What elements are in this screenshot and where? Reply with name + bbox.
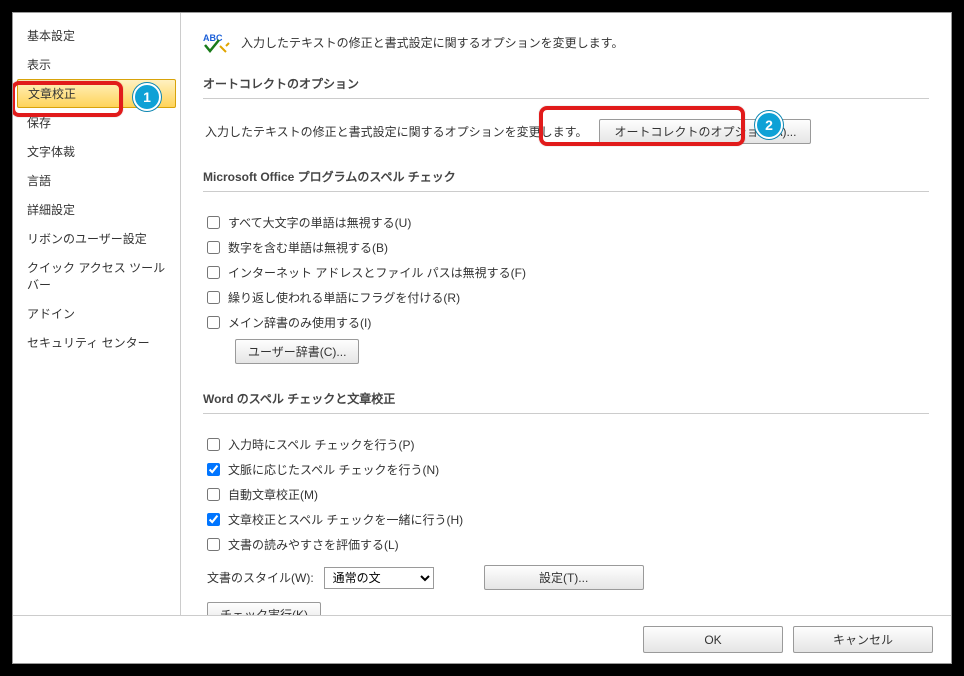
chk-ignore-numbers-box[interactable]	[207, 241, 220, 254]
content-pane: ABC 入力したテキストの修正と書式設定に関するオプションを変更します。 オート…	[181, 13, 951, 615]
svg-text:ABC: ABC	[203, 33, 223, 43]
intro-text: 入力したテキストの修正と書式設定に関するオプションを変更します。	[241, 34, 623, 51]
chk-ignore-numbers-label: 数字を含む単語は無視する(B)	[228, 239, 388, 256]
sidebar-item-advanced[interactable]: 詳細設定	[13, 195, 180, 224]
chk-contextual-spell[interactable]: 文脈に応じたスペル チェックを行う(N)	[207, 461, 925, 478]
proofing-icon: ABC	[203, 31, 231, 53]
chk-contextual-spell-box[interactable]	[207, 463, 220, 476]
section-autocorrect-body: 入力したテキストの修正と書式設定に関するオプションを変更します。 オートコレクト…	[203, 109, 929, 152]
chk-grammar-with-spell[interactable]: 文章校正とスペル チェックを一緒に行う(H)	[207, 511, 925, 528]
office-spell-list: すべて大文字の単語は無視する(U) 数字を含む単語は無視する(B) インターネッ…	[203, 202, 929, 374]
chk-auto-grammar[interactable]: 自動文章校正(M)	[207, 486, 925, 503]
chk-auto-grammar-label: 自動文章校正(M)	[228, 486, 318, 503]
dialog-footer: OK キャンセル	[13, 615, 951, 663]
word-spell-list: 入力時にスペル チェックを行う(P) 文脈に応じたスペル チェックを行う(N) …	[203, 424, 929, 615]
chk-auto-grammar-box[interactable]	[207, 488, 220, 501]
intro-row: ABC 入力したテキストの修正と書式設定に関するオプションを変更します。	[203, 27, 929, 59]
chk-main-dict-only[interactable]: メイン辞書のみ使用する(I)	[207, 314, 925, 331]
user-dictionary-button[interactable]: ユーザー辞書(C)...	[235, 339, 359, 364]
chk-flag-repeated-box[interactable]	[207, 291, 220, 304]
chk-ignore-numbers[interactable]: 数字を含む単語は無視する(B)	[207, 239, 925, 256]
writing-style-label: 文書のスタイル(W):	[207, 569, 314, 586]
chk-flag-repeated[interactable]: 繰り返し使われる単語にフラグを付ける(R)	[207, 289, 925, 306]
sidebar-item-addins[interactable]: アドイン	[13, 299, 180, 328]
chk-spell-as-type[interactable]: 入力時にスペル チェックを行う(P)	[207, 436, 925, 453]
sidebar: 基本設定 表示 文章校正 保存 文字体裁 言語 詳細設定 リボンのユーザー設定 …	[13, 13, 181, 615]
chk-ignore-urls-box[interactable]	[207, 266, 220, 279]
chk-readability[interactable]: 文書の読みやすさを評価する(L)	[207, 536, 925, 553]
chk-ignore-urls-label: インターネット アドレスとファイル パスは無視する(F)	[228, 264, 526, 281]
sidebar-item-proofing[interactable]: 文章校正	[17, 79, 176, 108]
sidebar-item-typography[interactable]: 文字体裁	[13, 137, 180, 166]
chk-ignore-uppercase-box[interactable]	[207, 216, 220, 229]
ok-button[interactable]: OK	[643, 626, 783, 653]
chk-flag-repeated-label: 繰り返し使われる単語にフラグを付ける(R)	[228, 289, 460, 306]
section-office-spell-header: Microsoft Office プログラムのスペル チェック	[203, 164, 929, 192]
sidebar-item-language[interactable]: 言語	[13, 166, 180, 195]
chk-ignore-uppercase[interactable]: すべて大文字の単語は無視する(U)	[207, 214, 925, 231]
chk-grammar-with-spell-box[interactable]	[207, 513, 220, 526]
cancel-button[interactable]: キャンセル	[793, 626, 933, 653]
chk-ignore-urls[interactable]: インターネット アドレスとファイル パスは無視する(F)	[207, 264, 925, 281]
sidebar-item-display[interactable]: 表示	[13, 50, 180, 79]
writing-style-select[interactable]: 通常の文	[324, 567, 434, 589]
section-autocorrect-header: オートコレクトのオプション	[203, 71, 929, 99]
chk-main-dict-only-label: メイン辞書のみ使用する(I)	[228, 314, 371, 331]
chk-spell-as-type-label: 入力時にスペル チェックを行う(P)	[228, 436, 415, 453]
writing-style-settings-button[interactable]: 設定(T)...	[484, 565, 644, 590]
section-word-spell-header: Word のスペル チェックと文章校正	[203, 386, 929, 414]
dialog-body: 基本設定 表示 文章校正 保存 文字体裁 言語 詳細設定 リボンのユーザー設定 …	[13, 13, 951, 615]
chk-grammar-with-spell-label: 文章校正とスペル チェックを一緒に行う(H)	[228, 511, 463, 528]
chk-readability-box[interactable]	[207, 538, 220, 551]
chk-readability-label: 文書の読みやすさを評価する(L)	[228, 536, 399, 553]
options-dialog: 基本設定 表示 文章校正 保存 文字体裁 言語 詳細設定 リボンのユーザー設定 …	[12, 12, 952, 664]
chk-main-dict-only-box[interactable]	[207, 316, 220, 329]
recheck-button[interactable]: チェック実行(K)	[207, 602, 321, 615]
sidebar-item-general[interactable]: 基本設定	[13, 21, 180, 50]
sidebar-item-trust[interactable]: セキュリティ センター	[13, 328, 180, 357]
chk-contextual-spell-label: 文脈に応じたスペル チェックを行う(N)	[228, 461, 439, 478]
sidebar-item-save[interactable]: 保存	[13, 108, 180, 137]
sidebar-item-qat[interactable]: クイック アクセス ツール バー	[13, 253, 180, 299]
autocorrect-options-button[interactable]: オートコレクトのオプション(A)...	[599, 119, 811, 144]
autocorrect-desc: 入力したテキストの修正と書式設定に関するオプションを変更します。	[205, 123, 587, 140]
chk-spell-as-type-box[interactable]	[207, 438, 220, 451]
chk-ignore-uppercase-label: すべて大文字の単語は無視する(U)	[228, 214, 411, 231]
sidebar-item-ribbon[interactable]: リボンのユーザー設定	[13, 224, 180, 253]
